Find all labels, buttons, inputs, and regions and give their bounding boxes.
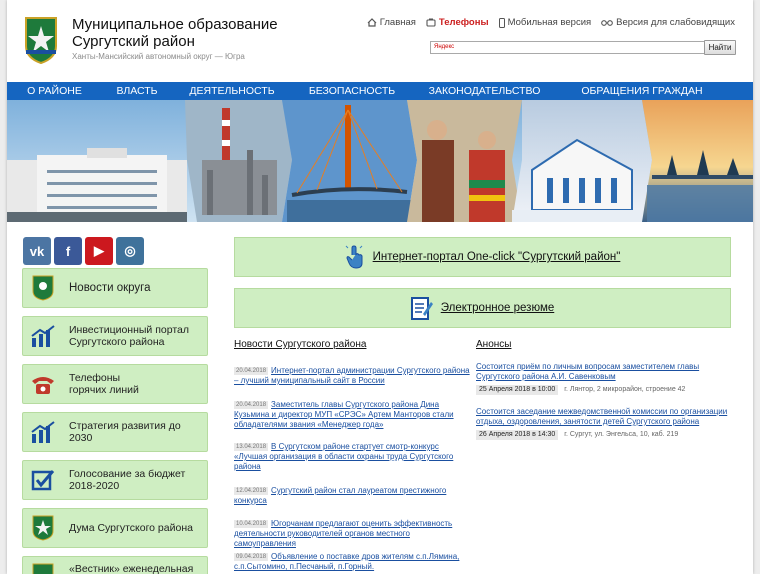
low-vision-link-label: Версия для слабовидящих	[616, 17, 735, 28]
search-button[interactable]: Найти	[704, 40, 736, 55]
sidebar-item-hotlines[interactable]: Телефоны горячих линий	[22, 364, 208, 404]
social-links: vk f ▶ ◎	[23, 237, 144, 265]
site-title[interactable]: Муниципальное образование Сургутский рай…	[72, 16, 278, 50]
announce-item: Состоится заседание межведомственной ком…	[476, 407, 728, 440]
news-item: 20.04.2018 Интернет-портал администрации …	[234, 366, 474, 386]
sidebar-item-region-news[interactable]: Новости округа	[22, 268, 208, 308]
sidebar-item-label-2: Сургутского района	[69, 336, 165, 348]
sidebar-item-label: Инвестиционный портал	[69, 324, 190, 336]
mobile-link[interactable]: Мобильная версия	[498, 17, 592, 28]
chart-icon	[31, 421, 55, 443]
chart-icon	[31, 325, 55, 347]
sidebar-item-label: Голосование за бюджет	[69, 468, 186, 480]
home-link-label: Главная	[379, 17, 416, 28]
site-subtitle: Ханты-Мансийский автономный округ — Югра	[72, 52, 245, 61]
electronic-resume-button[interactable]: Электронное резюме	[234, 288, 731, 328]
sidebar-item-label-2: 2030	[69, 432, 93, 444]
glasses-icon	[601, 20, 614, 26]
nav-item-authority[interactable]: ВЛАСТЬ	[102, 82, 172, 100]
nav-item-about[interactable]: О РАЙОНЕ	[7, 82, 102, 100]
site-header: Муниципальное образование Сургутский рай…	[7, 0, 753, 82]
news-item: 12.04.2018 Сургутский район стал лауреато…	[234, 486, 474, 506]
emblem-icon	[32, 515, 54, 541]
banner-image	[7, 100, 753, 222]
news-date: 10.04.2018	[234, 520, 269, 528]
vk-icon[interactable]: vk	[23, 237, 51, 265]
nav-item-activity[interactable]: ДЕЯТЕЛЬНОСТЬ	[172, 82, 292, 100]
announce-item: Состоится приём по личным вопросам замес…	[476, 362, 728, 395]
top-links: Главная Телефоны Мобильная версия Версия…	[367, 17, 735, 28]
sidebar-item-label: Дума Сургутского района	[69, 522, 193, 534]
news-item: 09.04.2018 Объявление о поставке дров жит…	[234, 552, 474, 572]
mobile-icon	[498, 17, 505, 28]
phone-icon	[32, 377, 54, 394]
sidebar-item-label: «Вестник» еженедельная	[69, 563, 194, 574]
coat-of-arms-icon[interactable]	[24, 16, 58, 64]
sidebar-item-label: Телефоны	[69, 372, 121, 384]
sidebar-item-investment-portal[interactable]: Инвестиционный портал Сургутского района	[22, 316, 208, 356]
sidebar-item-budget-vote[interactable]: Голосование за бюджет 2018-2020	[22, 460, 208, 500]
site-title-line1: Муниципальное образование	[72, 16, 278, 33]
instagram-icon[interactable]: ◎	[116, 237, 144, 265]
news-date: 09.04.2018	[234, 553, 269, 561]
news-item: 20.04.2018 Заместитель главы Сургутского …	[234, 400, 474, 430]
phone-icon	[426, 18, 436, 27]
site-title-line2: Сургутский район	[72, 33, 195, 50]
search-input[interactable]: Яндекс	[430, 41, 707, 54]
low-vision-link[interactable]: Версия для слабовидящих	[601, 17, 735, 28]
phones-link[interactable]: Телефоны	[426, 17, 489, 28]
mobile-link-label: Мобильная версия	[507, 17, 592, 28]
home-link[interactable]: Главная	[367, 17, 416, 28]
emblem-icon	[32, 275, 54, 301]
phones-link-label: Телефоны	[438, 17, 489, 28]
hand-pointer-icon	[345, 245, 363, 269]
announce-link[interactable]: Состоится заседание межведомственной ком…	[476, 407, 728, 427]
sidebar-item-duma[interactable]: Дума Сургутского района	[22, 508, 208, 548]
sidebar-item-vestnik[interactable]: «Вестник» еженедельная	[22, 556, 208, 574]
news-date: 13.04.2018	[234, 443, 269, 451]
announce-link[interactable]: Состоится приём по личным вопросам замес…	[476, 362, 728, 382]
one-click-portal-label: Интернет-портал One-click "Сургутский ра…	[372, 251, 621, 263]
sidebar-item-label: Стратегия развития до	[69, 420, 181, 432]
facebook-icon[interactable]: f	[54, 237, 82, 265]
news-section-title[interactable]: Новости Сургутского района	[234, 339, 366, 350]
announce-date: 26 Апреля 2018 в 14:30	[476, 430, 559, 440]
sidebar-item-strategy[interactable]: Стратегия развития до 2030	[22, 412, 208, 452]
news-date: 20.04.2018	[234, 367, 269, 375]
nav-item-appeals[interactable]: ОБРАЩЕНИЯ ГРАЖДАН	[557, 82, 727, 100]
news-date: 12.04.2018	[234, 487, 269, 495]
sidebar-item-label-2: горячих линий	[69, 384, 139, 396]
news-date: 20.04.2018	[234, 401, 269, 409]
banner-collage	[7, 100, 753, 222]
sidebar-item-label: Новости округа	[69, 282, 151, 294]
announce-place: г. Лянтор, 2 микрорайон, строение 42	[564, 386, 686, 393]
home-icon	[367, 18, 377, 27]
announce-place: г. Сургут, ул. Энгельса, 10, каб. 219	[564, 431, 679, 438]
emblem-icon	[32, 563, 54, 574]
electronic-resume-label: Электронное резюме	[440, 302, 555, 314]
document-edit-icon	[410, 297, 433, 320]
main-nav: О РАЙОНЕ ВЛАСТЬ ДЕЯТЕЛЬНОСТЬ БЕЗОПАСНОСТ…	[7, 82, 753, 100]
announce-section-title[interactable]: Анонсы	[476, 339, 511, 350]
nav-item-security[interactable]: БЕЗОПАСНОСТЬ	[292, 82, 412, 100]
news-item: 10.04.2018 Югорчанам предлагают оценить э…	[234, 519, 474, 549]
one-click-portal-button[interactable]: Интернет-портал One-click "Сургутский ра…	[234, 237, 731, 277]
sidebar-item-label-2: 2018-2020	[69, 480, 120, 492]
checkbox-icon	[31, 470, 55, 491]
announce-date: 25 Апреля 2018 в 10:00	[476, 385, 559, 395]
news-link[interactable]: Интернет-портал администрации Сургутског…	[234, 366, 470, 385]
page: Муниципальное образование Сургутский рай…	[7, 0, 753, 574]
youtube-icon[interactable]: ▶	[85, 237, 113, 265]
nav-item-legislation[interactable]: ЗАКОНОДАТЕЛЬСТВО	[412, 82, 557, 100]
news-item: 13.04.2018 В Сургутском районе стартует с…	[234, 442, 474, 472]
